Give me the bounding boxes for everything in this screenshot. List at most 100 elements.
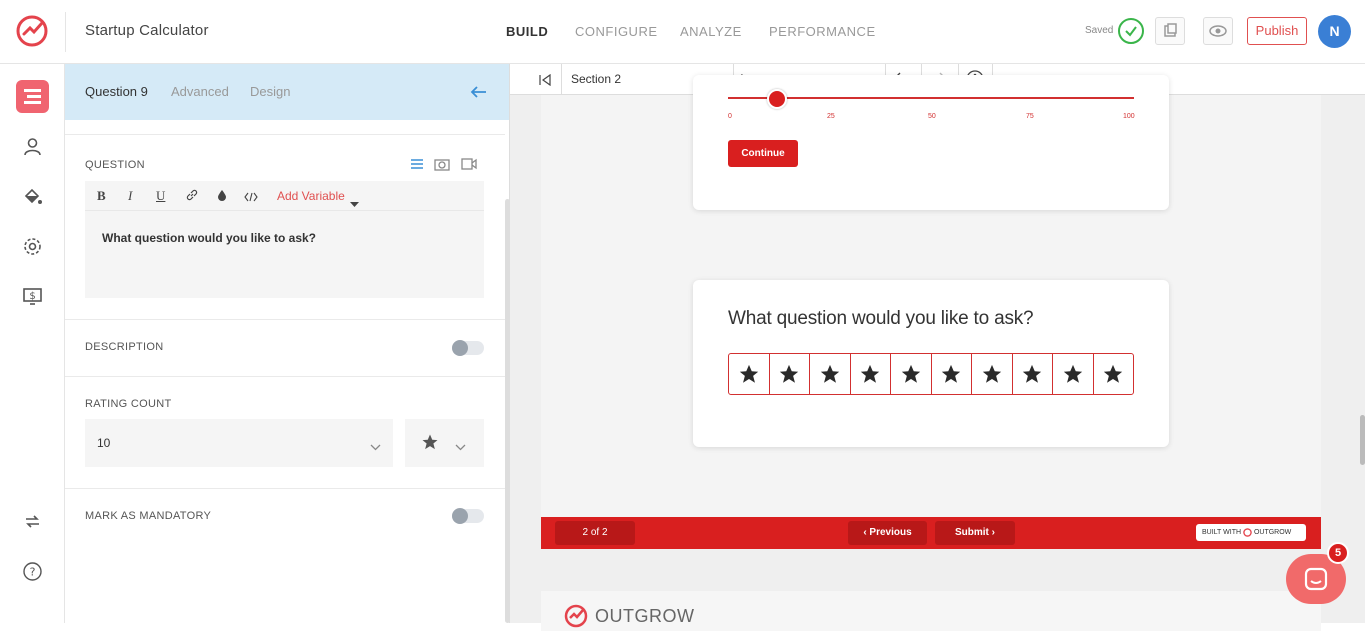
page-indicator: 2 of 2 — [555, 521, 635, 545]
preview-eye-button[interactable] — [1203, 17, 1233, 45]
slider-tick-label: 100 — [1123, 113, 1135, 120]
saved-check-icon — [1118, 18, 1144, 44]
rating-star[interactable] — [810, 354, 851, 394]
rating-star[interactable] — [851, 354, 891, 394]
star-icon — [739, 364, 758, 383]
rating-count-label: RATING COUNT — [85, 398, 172, 410]
underline-button[interactable]: U — [156, 188, 165, 204]
slider-tick-label: 0 — [728, 113, 732, 120]
star-icon — [1104, 364, 1123, 383]
svg-text:$: $ — [29, 291, 35, 302]
video-icon[interactable] — [461, 157, 477, 176]
help-icon[interactable]: ? — [16, 555, 49, 588]
rating-star[interactable] — [1013, 354, 1053, 394]
question-editor-panel: Question 9 Advanced Design QUESTION B I … — [65, 64, 510, 623]
previous-label: Previous — [869, 527, 912, 538]
slider-tick-label: 75 — [1026, 113, 1034, 120]
tab-advanced[interactable]: Advanced — [171, 84, 229, 99]
rating-star[interactable] — [1094, 354, 1134, 394]
tab-design[interactable]: Design — [250, 84, 290, 99]
builder-icon[interactable] — [16, 80, 49, 113]
caret-down-icon[interactable] — [350, 194, 359, 212]
star-icon — [1063, 364, 1082, 383]
chat-unread-badge: 5 — [1327, 542, 1349, 564]
divider — [65, 319, 505, 320]
slider-question-card: 0 25 50 75 100 Continue — [693, 75, 1169, 210]
brand-footer: OUTGROW — [541, 591, 1321, 631]
rating-star[interactable] — [1053, 354, 1094, 394]
description-toggle[interactable] — [452, 340, 484, 356]
outgrow-logo-icon[interactable] — [15, 14, 49, 48]
preview-area: Section 2 0 25 50 75 100 Continue What q… — [509, 64, 1365, 631]
rating-star[interactable] — [972, 354, 1013, 394]
description-label: DESCRIPTION — [85, 341, 164, 353]
question-label: QUESTION — [85, 159, 145, 171]
camera-icon[interactable] — [434, 157, 450, 176]
star-icon — [820, 364, 839, 383]
top-bar: Startup Calculator BUILD CONFIGURE ANALY… — [0, 0, 1365, 64]
divider — [65, 488, 505, 489]
brand-name: OUTGROW — [595, 606, 695, 626]
color-drop-icon[interactable] — [217, 189, 227, 204]
italic-button[interactable]: I — [128, 188, 132, 204]
slider-tick-label: 25 — [827, 113, 835, 120]
star-icon — [780, 364, 799, 383]
bold-button[interactable]: B — [97, 188, 106, 204]
question-editor[interactable]: What question would you like to ask? — [85, 211, 484, 298]
submit-button[interactable]: Submit › — [935, 521, 1015, 545]
previous-button[interactable]: ‹ Previous — [848, 521, 927, 545]
mandatory-label: MARK AS MANDATORY — [85, 510, 212, 522]
divider — [561, 64, 562, 95]
star-icon — [901, 364, 920, 383]
user-icon[interactable] — [16, 130, 49, 163]
duplicate-button[interactable] — [1155, 17, 1185, 45]
panel-header: Question 9 Advanced Design — [65, 64, 509, 120]
star-icon — [861, 364, 880, 383]
slider-handle[interactable] — [767, 89, 787, 109]
paint-bucket-icon[interactable] — [16, 180, 49, 213]
text-format-icon[interactable] — [410, 157, 424, 176]
star-icon — [942, 364, 961, 383]
star-icon — [421, 433, 439, 456]
calculator-footer: 2 of 2 ‹ Previous Submit › BUILT WITH OU… — [541, 517, 1321, 549]
gear-icon[interactable] — [16, 230, 49, 263]
link-icon[interactable] — [186, 189, 198, 204]
continue-button[interactable]: Continue — [728, 140, 798, 167]
code-icon[interactable] — [244, 190, 258, 205]
sync-icon[interactable] — [16, 505, 49, 538]
rating-star[interactable] — [729, 354, 770, 394]
slider-group: 0 25 50 75 100 — [693, 89, 1169, 137]
tab-performance[interactable]: PERFORMANCE — [769, 24, 876, 39]
first-section-icon[interactable] — [539, 73, 551, 91]
rating-icon-select[interactable] — [405, 419, 484, 467]
built-with-brand: OUTGROW — [1253, 529, 1292, 536]
rating-star[interactable] — [891, 354, 932, 394]
rating-star[interactable] — [932, 354, 972, 394]
rating-question-title: What question would you like to ask? — [728, 308, 1034, 329]
dollar-screen-icon[interactable]: $ — [16, 280, 49, 313]
toggle-knob — [452, 508, 468, 524]
rating-count-value: 10 — [97, 436, 111, 450]
rating-count-select[interactable]: 10 — [85, 419, 393, 467]
submit-label: Submit — [955, 527, 989, 538]
preview-scrollbar[interactable] — [1360, 415, 1365, 465]
avatar[interactable]: N — [1318, 15, 1351, 48]
svg-text:?: ? — [30, 566, 36, 579]
rich-text-toolbar: B I U Add Variable — [85, 181, 484, 211]
rating-star[interactable] — [770, 354, 810, 394]
section-select[interactable]: Section 2 — [571, 72, 621, 86]
tab-question[interactable]: Question 9 — [85, 84, 148, 99]
back-arrow-icon[interactable] — [470, 83, 488, 106]
tab-configure[interactable]: CONFIGURE — [575, 24, 658, 39]
slider-track[interactable] — [728, 97, 1134, 99]
mandatory-toggle[interactable] — [452, 508, 484, 524]
add-variable-dropdown[interactable]: Add Variable — [277, 189, 345, 203]
divider — [65, 134, 505, 135]
built-with-badge[interactable]: BUILT WITH OUTGROW — [1196, 524, 1306, 541]
chat-icon — [1304, 567, 1328, 591]
tab-build[interactable]: BUILD — [506, 24, 548, 39]
chevron-down-icon — [370, 438, 381, 456]
star-icon — [982, 364, 1001, 383]
tab-analyze[interactable]: ANALYZE — [680, 24, 742, 39]
publish-button[interactable]: Publish — [1247, 17, 1307, 45]
